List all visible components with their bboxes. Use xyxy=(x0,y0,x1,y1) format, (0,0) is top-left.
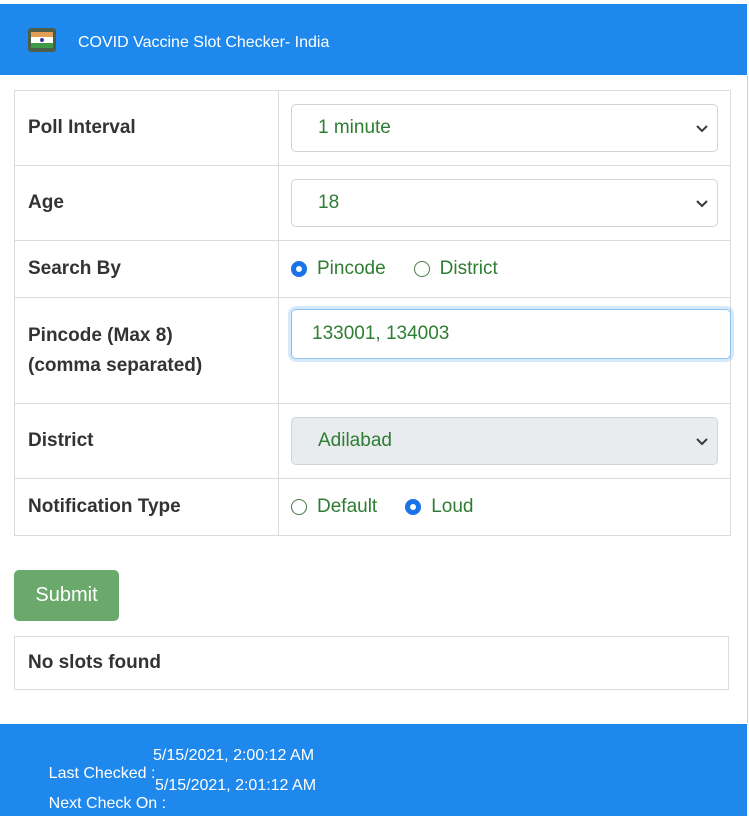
pincode-input[interactable] xyxy=(291,309,731,359)
pincode-radio-label: Pincode xyxy=(317,258,386,279)
default-radio[interactable] xyxy=(291,499,307,515)
loud-radio-label: Loud xyxy=(431,496,474,517)
submit-button[interactable]: Submit xyxy=(14,570,119,621)
district-radio-label: District xyxy=(439,258,498,279)
search-by-district-option[interactable]: District xyxy=(413,258,498,280)
result-text: No slots found xyxy=(28,652,161,673)
district-value: Adilabad xyxy=(318,430,392,451)
notification-type-radio-group: Default Loud xyxy=(291,496,718,518)
app-header: COVID Vaccine Slot Checker- India xyxy=(0,4,747,75)
form-row-notification-type: Notification Type Default Loud xyxy=(14,478,731,536)
search-by-label: Search By xyxy=(14,240,279,298)
status-footer: Last Checked : 5/15/2021, 2:00:12 AM Nex… xyxy=(0,724,747,816)
last-checked-value: 5/15/2021, 2:00:12 AM xyxy=(153,747,315,764)
poll-interval-select[interactable]: 1 minute xyxy=(291,104,718,152)
chevron-down-icon xyxy=(696,438,708,446)
form-row-search-by: Search By Pincode District xyxy=(14,240,731,298)
result-panel: No slots found xyxy=(14,636,729,690)
notification-type-label: Notification Type xyxy=(14,478,279,536)
pincode-label-line1: Pincode (Max 8) xyxy=(28,324,173,346)
next-check-value: 5/15/2021, 2:01:12 AM xyxy=(155,777,317,794)
page-border xyxy=(747,75,748,723)
pincode-label-line2: (comma separated) xyxy=(28,354,203,376)
india-flag-icon xyxy=(28,28,56,52)
poll-interval-value: 1 minute xyxy=(318,117,391,138)
loud-radio[interactable] xyxy=(405,499,422,515)
district-radio[interactable] xyxy=(413,261,430,277)
age-label: Age xyxy=(14,165,279,241)
form-row-district: District Adilabad xyxy=(14,403,731,479)
app-window: COVID Vaccine Slot Checker- India Poll I… xyxy=(0,0,749,816)
age-select[interactable]: 18 xyxy=(291,179,718,227)
next-check-label: Next Check On : xyxy=(48,795,167,812)
pincode-label: Pincode (Max 8) (comma separated) xyxy=(14,297,279,404)
search-by-pincode-option[interactable]: Pincode xyxy=(291,258,386,280)
poll-interval-label: Poll Interval xyxy=(14,90,279,166)
settings-form: Poll Interval 1 minute Age 18 Search By … xyxy=(14,90,731,536)
district-select[interactable]: Adilabad xyxy=(291,417,718,465)
district-label: District xyxy=(14,403,279,479)
form-row-pincode: Pincode (Max 8) (comma separated) xyxy=(14,297,731,404)
form-row-poll-interval: Poll Interval 1 minute xyxy=(14,90,731,166)
next-check-row: Next Check On : 5/15/2021, 2:01:12 AM xyxy=(22,777,316,816)
search-by-radio-group: Pincode District xyxy=(291,258,718,280)
pincode-radio[interactable] xyxy=(291,261,307,277)
app-title: COVID Vaccine Slot Checker- India xyxy=(78,34,330,51)
chevron-down-icon xyxy=(696,125,708,133)
chevron-down-icon xyxy=(696,200,708,208)
age-value: 18 xyxy=(318,192,340,213)
notification-loud-option[interactable]: Loud xyxy=(405,496,473,518)
form-row-age: Age 18 xyxy=(14,165,731,241)
default-radio-label: Default xyxy=(317,496,378,517)
notification-default-option[interactable]: Default xyxy=(291,496,377,518)
